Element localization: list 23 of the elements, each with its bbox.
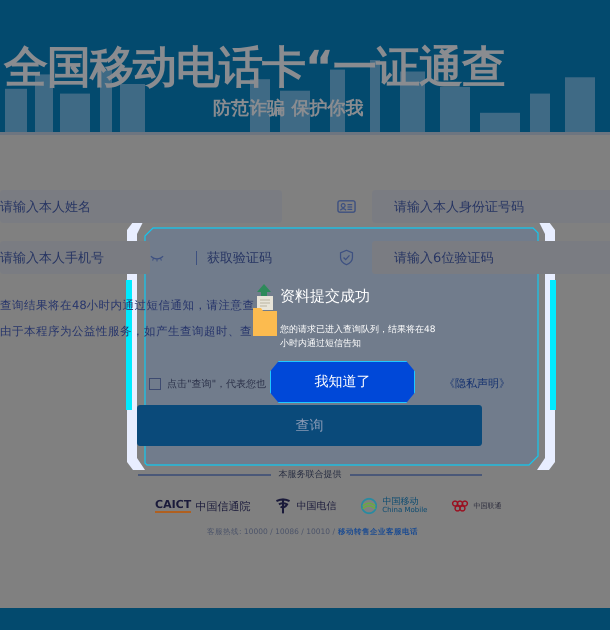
input-field[interactable]: 请输入本人手机号	[0, 241, 150, 274]
eye-closed-icon[interactable]	[150, 254, 164, 262]
input-field[interactable]: 请输入6位验证码	[372, 241, 610, 274]
id-card-icon	[337, 198, 356, 215]
confirm-button[interactable]: 我知道了	[270, 361, 415, 403]
caict-logo-text: CAICT	[155, 498, 192, 514]
dialog-message: 您的请求已进入查询队列，结果将在48小时内通过短信告知	[280, 324, 436, 351]
partner-name: 中国移动	[382, 498, 418, 507]
query-button[interactable]: 查询	[137, 405, 482, 446]
input-field[interactable]: 请输入本人姓名	[0, 190, 282, 223]
checkbox[interactable]	[149, 378, 161, 390]
telecom-logo-icon	[274, 497, 292, 515]
get-code-link[interactable]: 获取验证码	[207, 248, 272, 266]
dialog-title: 资料提交成功	[280, 287, 370, 306]
banner-title: 全国移动电话卡“一证通查	[4, 41, 505, 95]
partner-name: 中国信通院	[195, 498, 250, 514]
provided-by-text: 本服务联合提供	[278, 468, 342, 481]
partner-name: 中国电信	[296, 500, 336, 513]
input-field[interactable]: 请输入本人身份证号码	[372, 190, 610, 223]
mobile-logo-icon	[360, 497, 378, 515]
privacy-link[interactable]: 《隐私声明》	[444, 376, 510, 391]
shield-icon	[337, 249, 356, 266]
agreement-text: 点击"查询"，代表您也	[167, 378, 266, 390]
